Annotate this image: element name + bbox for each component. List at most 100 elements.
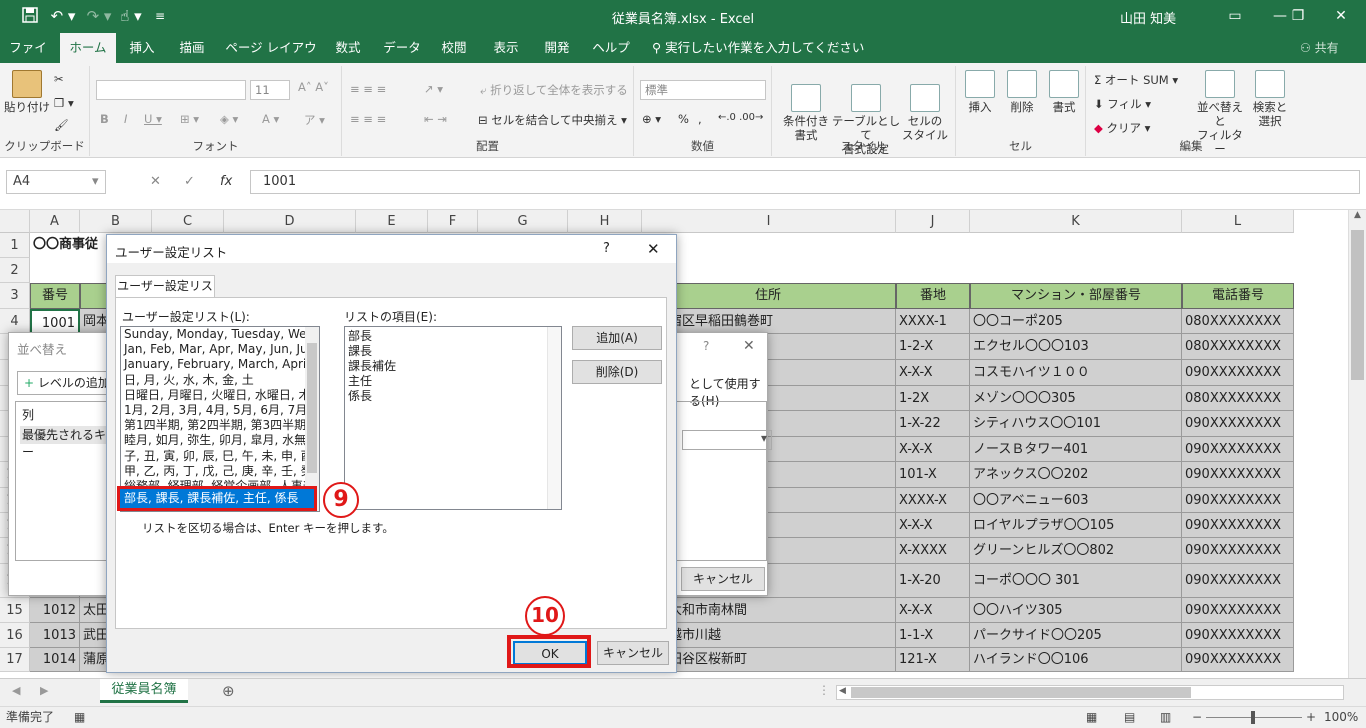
cell-a-row-4[interactable]: 1001: [30, 309, 80, 334]
cell-j-row-7[interactable]: 1-2X: [896, 386, 970, 411]
zoom-in-icon[interactable]: +: [1306, 707, 1316, 728]
tab-custom-lists[interactable]: ユーザー設定リスト: [115, 275, 215, 314]
cell-k-row-10[interactable]: アネックス〇〇202: [970, 462, 1182, 488]
restore-button[interactable]: ❐: [1283, 5, 1313, 27]
column-header-L[interactable]: L: [1182, 210, 1294, 233]
grow-font-icon[interactable]: A˄ A˅: [298, 80, 329, 94]
tab-help[interactable]: ヘルプ: [588, 33, 634, 63]
cell-l-row-10[interactable]: 090XXXXXXXX: [1182, 462, 1294, 488]
cell-l-row-6[interactable]: 090XXXXXXXX: [1182, 360, 1294, 386]
horizontal-scrollbar[interactable]: ◀: [836, 685, 1344, 700]
select-all-corner[interactable]: [0, 210, 30, 233]
column-header-A[interactable]: A: [30, 210, 80, 233]
cell-l-row-7[interactable]: 080XXXXXXXX: [1182, 386, 1294, 411]
autosum-button[interactable]: Σ オート SUM ▾: [1094, 72, 1178, 88]
next-sheet-icon[interactable]: ▶: [40, 684, 48, 697]
cell-addr-row-17[interactable]: 都世田谷区桜新町: [640, 648, 896, 672]
decimal-icon[interactable]: ←.0 .00→: [718, 112, 763, 123]
cell-l-row-9[interactable]: 090XXXXXXXX: [1182, 437, 1294, 462]
column-header-K[interactable]: K: [970, 210, 1182, 233]
cell-k-row-7[interactable]: メゾン〇〇〇305: [970, 386, 1182, 411]
bold-icon[interactable]: B: [100, 112, 109, 126]
custom-list-item[interactable]: 第1四半期, 第2四半期, 第3四半期,: [121, 418, 319, 433]
find-select-button[interactable]: 検索と 選択: [1250, 70, 1290, 128]
cell-j-row-17[interactable]: 121-X: [896, 648, 970, 672]
entries-scrollbar[interactable]: [547, 327, 561, 509]
font-size-field[interactable]: 11: [250, 80, 290, 100]
cell-addr-row-16[interactable]: 県川越市川越: [640, 623, 896, 648]
cell-l-row-5[interactable]: 080XXXXXXXX: [1182, 334, 1294, 360]
wrap-text-button[interactable]: ⤶ 折り返して全体を表示する: [480, 82, 628, 98]
cell-l-row-8[interactable]: 090XXXXXXXX: [1182, 411, 1294, 437]
row-header-17[interactable]: 17: [0, 648, 30, 672]
zoom-level[interactable]: 100%: [1324, 707, 1358, 728]
formula-input[interactable]: 1001: [250, 170, 1360, 194]
custom-list-item[interactable]: 甲, 乙, 丙, 丁, 戊, 己, 庚, 辛, 壬, 癸: [121, 464, 319, 479]
page-layout-view-icon[interactable]: ▤: [1124, 707, 1135, 728]
cell-j-row-10[interactable]: 101-X: [896, 462, 970, 488]
copy-icon[interactable]: ❐ ▾: [54, 96, 74, 110]
enter-entry-icon[interactable]: ✓: [184, 174, 195, 189]
cancel-entry-icon[interactable]: ✕: [150, 174, 161, 189]
column-header-B[interactable]: B: [80, 210, 152, 233]
cell-a-row-15[interactable]: 1012: [30, 598, 80, 623]
tab-data[interactable]: データ: [380, 33, 424, 63]
row-header-3[interactable]: 3: [0, 283, 30, 309]
tab-file[interactable]: ファイル: [4, 33, 52, 85]
cell-k-row-17[interactable]: ハイランド〇〇106: [970, 648, 1182, 672]
underline-icon[interactable]: U ▾: [144, 112, 162, 126]
name-box-dropdown-icon[interactable]: ▾: [92, 174, 99, 189]
cell-k-row-8[interactable]: シティハウス〇〇101: [970, 411, 1182, 437]
insert-function-icon[interactable]: fx: [220, 174, 232, 189]
custom-list-item[interactable]: 1月, 2月, 3月, 4月, 5月, 6月, 7月,: [121, 403, 319, 418]
font-color-icon[interactable]: A ▾: [262, 112, 279, 126]
cell-addr-row-4[interactable]: 都新宿区早稲田鶴巻町: [640, 309, 896, 334]
cell-a-row-16[interactable]: 1013: [30, 623, 80, 648]
cell-j-row-12[interactable]: X-X-X: [896, 513, 970, 538]
macro-record-icon[interactable]: ▦: [74, 707, 85, 728]
vertical-scrollbar[interactable]: ▲: [1348, 210, 1366, 678]
custom-list-item[interactable]: Jan, Feb, Mar, Apr, May, Jun, Jul,: [121, 342, 319, 357]
cell-a-row-17[interactable]: 1014: [30, 648, 80, 672]
format-cells-button[interactable]: 書式: [1044, 70, 1084, 114]
share-button[interactable]: ⚇ 共有: [1300, 33, 1339, 63]
selected-list-item[interactable]: 部長, 課長, 課長補佐, 主任, 係長: [117, 486, 317, 511]
horizontal-scroll-thumb[interactable]: [851, 687, 1191, 698]
cell-j-row-6[interactable]: X-X-X: [896, 360, 970, 386]
tab-home[interactable]: ホーム: [60, 33, 116, 63]
help-icon[interactable]: ?: [603, 241, 610, 256]
align-left-icon[interactable]: ≡ ≡ ≡: [350, 112, 386, 126]
sort-key-label[interactable]: 最優先されるキー: [20, 426, 112, 459]
sort-cancel-button[interactable]: キャンセル: [681, 567, 765, 591]
number-format-field[interactable]: 標準: [640, 80, 766, 100]
normal-view-icon[interactable]: ▦: [1086, 707, 1097, 728]
tab-insert[interactable]: 挿入: [120, 33, 164, 63]
cut-icon[interactable]: ✂: [54, 72, 64, 86]
column-header-E[interactable]: E: [356, 210, 428, 233]
fill-button[interactable]: ⬇ フィル ▾: [1094, 96, 1151, 112]
tab-developer[interactable]: 開発: [536, 33, 578, 63]
align-top-icon[interactable]: ≡ ≡ ≡: [350, 82, 386, 96]
italic-icon[interactable]: I: [124, 112, 127, 126]
cell-k-row-13[interactable]: グリーンヒルズ〇〇802: [970, 538, 1182, 564]
prev-sheet-icon[interactable]: ◀: [12, 684, 20, 697]
cell-k-row-9[interactable]: ノースＢタワー401: [970, 437, 1182, 462]
zoom-out-icon[interactable]: −: [1192, 707, 1202, 728]
list-entries-textbox[interactable]: 部長 課長 課長補佐 主任 係長: [344, 326, 562, 510]
tell-me-box[interactable]: ⚲ 実行したい作業を入力してください: [652, 33, 864, 63]
clear-button[interactable]: ◆ クリア ▾: [1094, 120, 1150, 136]
tab-split-handle[interactable]: ⋮: [818, 683, 830, 697]
phonetic-icon[interactable]: ア ▾: [304, 112, 325, 128]
row-header-4[interactable]: 4: [0, 309, 30, 334]
cell-j-row-14[interactable]: 1-X-20: [896, 564, 970, 598]
dialog-close-icon[interactable]: ✕: [647, 240, 660, 258]
header-cell-address[interactable]: 住所: [640, 283, 896, 309]
custom-list-item[interactable]: 日曜日, 月曜日, 火曜日, 水曜日, 木曜: [121, 388, 319, 403]
cell-j-row-4[interactable]: XXXX-1: [896, 309, 970, 334]
header-cell-phone[interactable]: 電話番号: [1182, 283, 1294, 309]
header-cell-chiban[interactable]: 番地: [896, 283, 970, 309]
accounting-icon[interactable]: ⊕ ▾: [642, 112, 661, 126]
cell-l-row-17[interactable]: 090XXXXXXXX: [1182, 648, 1294, 672]
cell-j-row-11[interactable]: XXXX-X: [896, 488, 970, 513]
cell-k-row-16[interactable]: パークサイド〇〇205: [970, 623, 1182, 648]
